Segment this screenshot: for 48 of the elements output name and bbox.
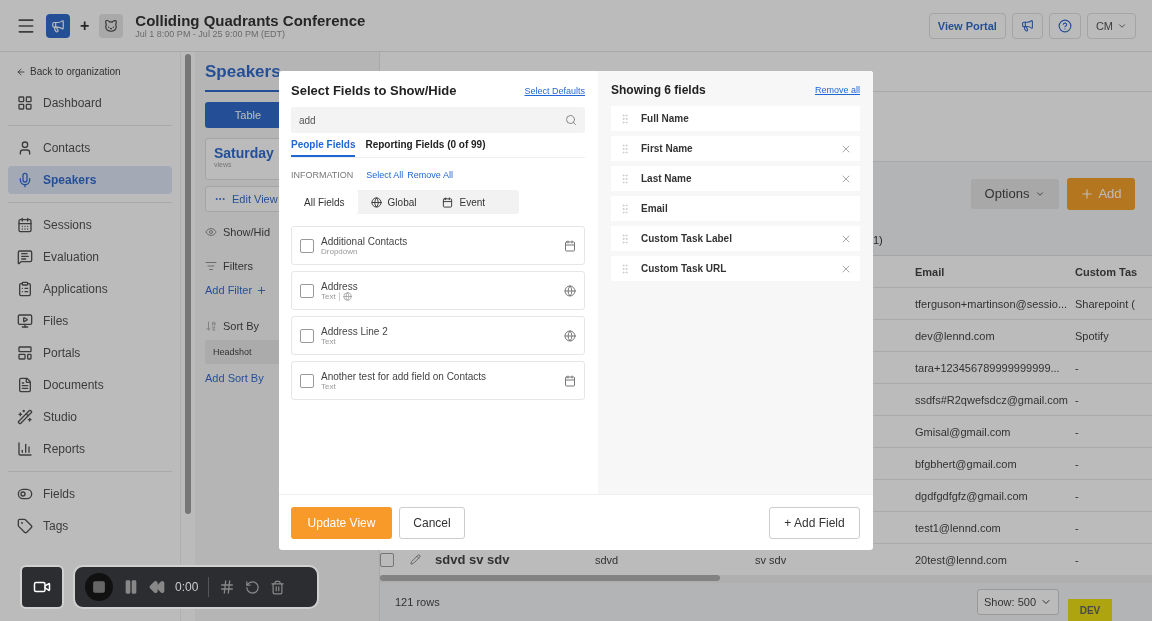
selected-field-name: Last Name <box>641 173 693 184</box>
selected-field-name: Email <box>641 203 669 214</box>
view-name: Saturday <box>214 145 274 161</box>
table-cell-text: sdvd <box>595 553 620 566</box>
field-name: Address <box>321 280 359 292</box>
event-dates: Jul 1 8:00 PM - Jul 25 9:00 PM (EDT) <box>135 29 286 39</box>
table-cell-text: test1@lennd.com <box>915 521 1002 534</box>
table-cell-text: - <box>1075 457 1080 470</box>
table-cell-text: dgdfgdfgfz@gmail.com <box>915 489 1029 502</box>
table-cell-text: Spotify <box>1075 329 1110 342</box>
field-name: Additional Contacts <box>321 235 409 247</box>
environment-badge: DEV <box>1068 599 1112 621</box>
table-cell-text: bfgbhert@gmail.com <box>915 457 1018 470</box>
field-type: Text <box>321 291 336 301</box>
table-cell-text: dev@lennd.com <box>915 329 996 342</box>
show-hide-label: Show/Hid <box>223 226 271 238</box>
table-cell-text: - <box>1075 393 1080 406</box>
table-cell-text: - <box>1075 425 1080 438</box>
table-cell-text: - <box>1075 489 1080 502</box>
sort-by-label: Sort By <box>223 320 260 332</box>
section-label: INFORMATION <box>291 170 354 180</box>
table-cell-text: - <box>1075 521 1080 534</box>
selected-field-name: Custom Task Label <box>641 233 733 244</box>
table-cell-text: tara+123456789999999999... <box>915 361 1061 374</box>
table-cell-text: ssdfs#R2qwefsdcz@gmail.com <box>915 393 1069 406</box>
field-type: Dropdown <box>321 246 358 256</box>
field-name: Address Line 2 <box>321 325 389 337</box>
table-cell-text: 20test@lennd.com <box>915 553 1008 566</box>
plus-sign: + <box>80 16 90 35</box>
record-count: 1) <box>873 234 883 246</box>
table-cell-text: tferguson+martinson@sessio... <box>915 297 1069 310</box>
table-cell-text: - <box>1075 361 1080 374</box>
field-name: Another test for add field on Contacts <box>321 370 488 382</box>
filters-label: Filters <box>223 260 253 272</box>
row-count: 121 rows <box>395 596 440 608</box>
table-cell-text: - <box>1075 553 1080 566</box>
table-cell-text: Gmisal@gmail.com <box>915 425 1012 438</box>
selected-field-name: Full Name <box>641 113 690 124</box>
field-type: Text <box>321 381 336 391</box>
showing-title: Showing 6 fields <box>611 83 706 97</box>
table-cell-text: Sharepoint ( <box>1075 297 1136 310</box>
recording-time: 0:00 <box>175 580 199 594</box>
dialog-title: Select Fields to Show/Hide <box>291 83 457 98</box>
selected-field-name: Custom Task URL <box>641 263 728 274</box>
selected-field-name: First Name <box>641 143 694 154</box>
table-cell-text: sdvd sv sdv <box>435 552 511 567</box>
table-cell-text: sv sdv <box>755 553 788 566</box>
event-title: Colliding Quadrants Conference <box>135 12 366 29</box>
